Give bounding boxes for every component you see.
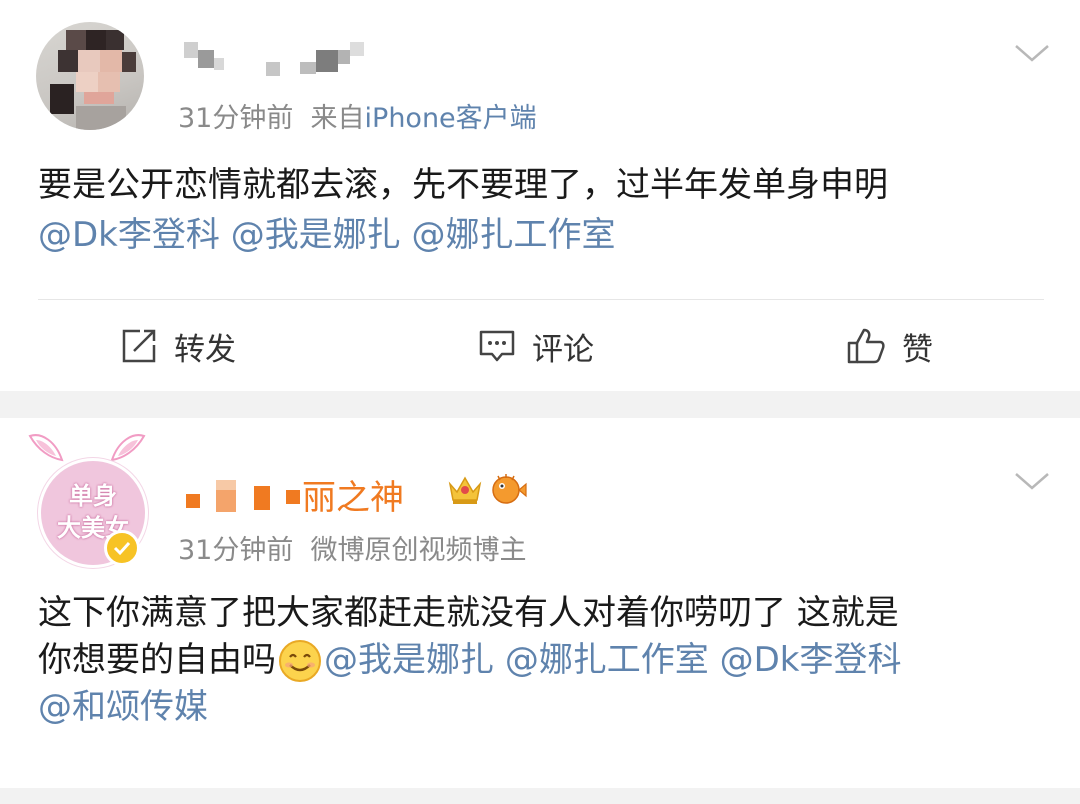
mention-row: @Dk李登科 @我是娜扎 @娜扎工作室 bbox=[38, 212, 1042, 259]
username-redacted[interactable] bbox=[184, 42, 374, 82]
post-time: 31分钟前 bbox=[178, 103, 294, 134]
post-source-label: 来自 bbox=[310, 103, 365, 134]
post-text: 要是公开恋情就都去滚，先不要理了，过半年发单身申明 bbox=[38, 165, 888, 205]
mention-row: @和颂传媒 bbox=[38, 684, 1042, 731]
divider bbox=[38, 299, 1044, 300]
post-time: 31分钟前 bbox=[178, 535, 294, 566]
mention-link[interactable]: @娜扎工作室 bbox=[412, 215, 616, 255]
chevron-down-icon[interactable] bbox=[1012, 38, 1052, 68]
mention-link[interactable]: @我是娜扎 bbox=[324, 637, 494, 684]
comment-icon bbox=[479, 330, 515, 362]
post-text-line2: 你想要的自由吗 @我是娜扎 @娜扎工作室 @Dk李登科 bbox=[38, 637, 1042, 684]
username-visible-part[interactable]: 丽之神 bbox=[302, 470, 404, 519]
repost-icon bbox=[122, 329, 156, 363]
like-label: 赞 bbox=[902, 331, 933, 368]
creator-badge-text: 微博原创视频博主 bbox=[310, 535, 527, 566]
mention-link[interactable]: @我是娜扎 bbox=[231, 215, 401, 255]
post-content: 要是公开恋情就都去滚，先不要理了，过半年发单身申明 @Dk李登科 @我是娜扎 @… bbox=[38, 162, 1042, 259]
mention-link[interactable]: @娜扎工作室 bbox=[505, 637, 709, 684]
avatar-text-line1: 单身 bbox=[69, 482, 117, 510]
post-text-line1: 这下你满意了把大家都赶走就没有人对着你唠叨了 这就是 bbox=[38, 593, 899, 633]
chevron-down-icon[interactable] bbox=[1012, 466, 1052, 496]
mention-link[interactable]: @和颂传媒 bbox=[38, 687, 208, 727]
repost-label: 转发 bbox=[174, 331, 236, 368]
verified-badge-icon bbox=[104, 530, 140, 566]
thumbs-up-icon bbox=[847, 328, 885, 364]
avatar[interactable] bbox=[36, 22, 144, 130]
pufferfish-badge-icon bbox=[492, 474, 527, 504]
post-text-fragment: 你想要的自由吗 bbox=[38, 640, 276, 680]
crown-badge-icon bbox=[448, 476, 482, 504]
mention-link[interactable]: @Dk李登科 bbox=[720, 637, 902, 684]
post-content: 这下你满意了把大家都赶走就没有人对着你唠叨了 这就是 你想要的自由吗 @我是娜扎… bbox=[38, 590, 1042, 731]
smile-emoji-icon bbox=[279, 639, 321, 682]
mention-link[interactable]: @Dk李登科 bbox=[38, 215, 220, 255]
username-redacted[interactable] bbox=[186, 478, 302, 518]
comment-label: 评论 bbox=[532, 331, 594, 368]
post-meta: 31分钟前 来自iPhone客户端 bbox=[178, 96, 537, 135]
comment-button[interactable]: 评论 bbox=[478, 322, 594, 370]
post-meta: 31分钟前 微博原创视频博主 bbox=[178, 528, 527, 567]
like-button[interactable]: 赞 bbox=[846, 322, 933, 370]
weibo-post-1: 31分钟前 来自iPhone客户端 要是公开恋情就都去滚，先不要理了，过半年发单… bbox=[0, 0, 1080, 391]
post-source-app[interactable]: iPhone客户端 bbox=[365, 103, 537, 134]
repost-button[interactable]: 转发 bbox=[120, 322, 236, 370]
